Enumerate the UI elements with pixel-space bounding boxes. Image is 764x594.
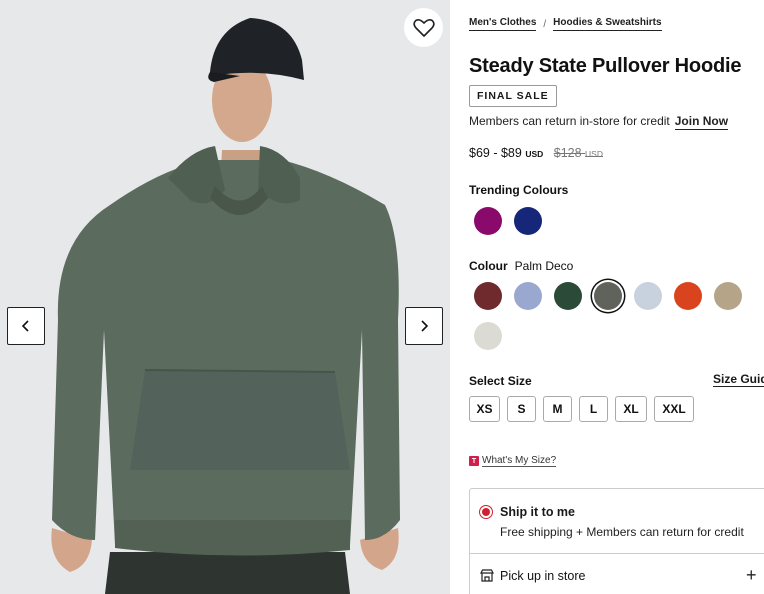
colour-swatch[interactable] <box>554 282 582 310</box>
breadcrumb-link-hoodies[interactable]: Hoodies & Sweatshirts <box>553 17 662 31</box>
original-price-value: $128 <box>553 146 582 160</box>
size-button-xl[interactable]: XL <box>615 396 647 422</box>
breadcrumb-link-mens-clothes[interactable]: Men's Clothes <box>469 17 537 31</box>
whats-my-size-text: What's My Size? <box>482 455 557 467</box>
chevron-right-icon <box>421 320 429 332</box>
wishlist-button[interactable] <box>404 8 443 47</box>
size-button-xs[interactable]: XS <box>469 396 500 422</box>
colour-swatch[interactable] <box>514 282 542 310</box>
colour-label: Colour Palm Deco <box>469 259 573 273</box>
colour-swatch[interactable] <box>714 282 742 310</box>
members-return-text: Members can return in-store for credit Jo… <box>469 114 729 130</box>
colour-swatch[interactable] <box>474 282 502 310</box>
chevron-left-icon <box>21 320 29 332</box>
size-options: XS S M L XL XXL <box>469 396 694 422</box>
members-text: Members can return in-store for credit <box>469 114 670 128</box>
size-tool-logo-icon: T <box>469 456 479 466</box>
product-image-gallery <box>0 0 450 594</box>
size-button-m[interactable]: M <box>543 396 572 422</box>
heart-icon <box>412 18 435 37</box>
size-button-s[interactable]: S <box>507 396 536 422</box>
colour-swatch[interactable] <box>674 282 702 310</box>
product-photo <box>0 0 450 594</box>
breadcrumb: Men's Clothes / Hoodies & Sweatshirts <box>469 17 662 31</box>
price: $69 - $89 USD $128 USD <box>469 146 603 160</box>
select-size-label: Select Size <box>469 374 532 388</box>
ship-title: Ship it to me <box>500 505 575 519</box>
radio-selected-icon[interactable] <box>479 505 493 519</box>
product-title: Steady State Pullover Hoodie <box>469 55 742 77</box>
size-guide-link[interactable]: Size Guid <box>713 372 764 387</box>
trending-swatch[interactable] <box>474 207 502 235</box>
ship-subtitle: Free shipping + Members can return for c… <box>500 525 744 539</box>
next-image-button[interactable] <box>405 307 443 345</box>
pickup-title: Pick up in store <box>500 569 586 583</box>
trending-swatch[interactable] <box>514 207 542 235</box>
size-button-xxl[interactable]: XXL <box>654 396 694 422</box>
whats-my-size-link[interactable]: T What's My Size? <box>469 455 557 467</box>
final-sale-badge: FINAL SALE <box>469 85 557 107</box>
breadcrumb-separator: / <box>543 18 547 30</box>
colour-swatch-selected[interactable] <box>594 282 622 310</box>
join-now-link[interactable]: Join Now <box>674 114 729 130</box>
colour-swatch[interactable] <box>634 282 662 310</box>
trending-colours-label: Trending Colours <box>469 183 569 197</box>
store-icon <box>480 569 494 582</box>
pick-up-in-store-option[interactable]: Pick up in store + <box>469 553 764 594</box>
ship-it-to-me-option[interactable]: Ship it to me Free shipping + Members ca… <box>469 488 764 554</box>
expand-plus-icon[interactable]: + <box>746 565 757 586</box>
original-price-currency: USD <box>585 149 603 159</box>
original-price: $128 USD <box>554 146 603 160</box>
previous-image-button[interactable] <box>7 307 45 345</box>
product-details-panel: Men's Clothes / Hoodies & Sweatshirts St… <box>469 0 764 594</box>
colour-label-text: Colour <box>469 259 508 273</box>
sale-price-currency: USD <box>525 149 544 159</box>
colour-swatch[interactable] <box>474 322 502 350</box>
selected-colour-name: Palm Deco <box>514 259 574 273</box>
sale-price: $69 - $89 <box>469 146 522 160</box>
size-button-l[interactable]: L <box>579 396 608 422</box>
